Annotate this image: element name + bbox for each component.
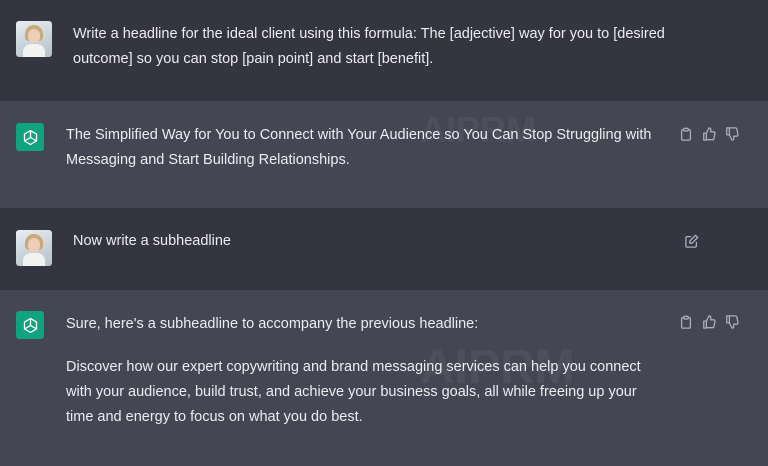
user-message-1: Write a headline for the ideal client us… [0,0,768,101]
message-text: Discover how our expert copywriting and … [66,359,641,425]
thumbs-down-icon[interactable] [725,127,739,141]
message-text: The Simplified Way for You to Connect wi… [66,127,652,168]
message-text: Write a headline for the ideal client us… [73,26,665,67]
user-avatar [16,230,52,266]
chatgpt-logo-icon [16,311,44,339]
user-message-2: Now write a subheadline [0,208,768,290]
message-actions [679,127,739,141]
thumbs-up-icon[interactable] [702,127,716,141]
thumbs-down-icon[interactable] [725,315,739,329]
thumbs-up-icon[interactable] [702,315,716,329]
user-avatar [16,21,52,57]
edit-icon[interactable] [685,234,699,248]
message-intro: Sure, here's a subheadline to accompany … [66,316,479,332]
copy-icon[interactable] [679,315,693,329]
message-text: Now write a subheadline [73,233,231,249]
assistant-message-1: AIPRM The Simplified Way for You to Conn… [0,101,768,208]
assistant-message-2: AIPRM Sure, here's a subheadline to acco… [0,290,768,466]
chatgpt-logo-icon [16,123,44,151]
message-actions [679,315,739,329]
copy-icon[interactable] [679,127,693,141]
